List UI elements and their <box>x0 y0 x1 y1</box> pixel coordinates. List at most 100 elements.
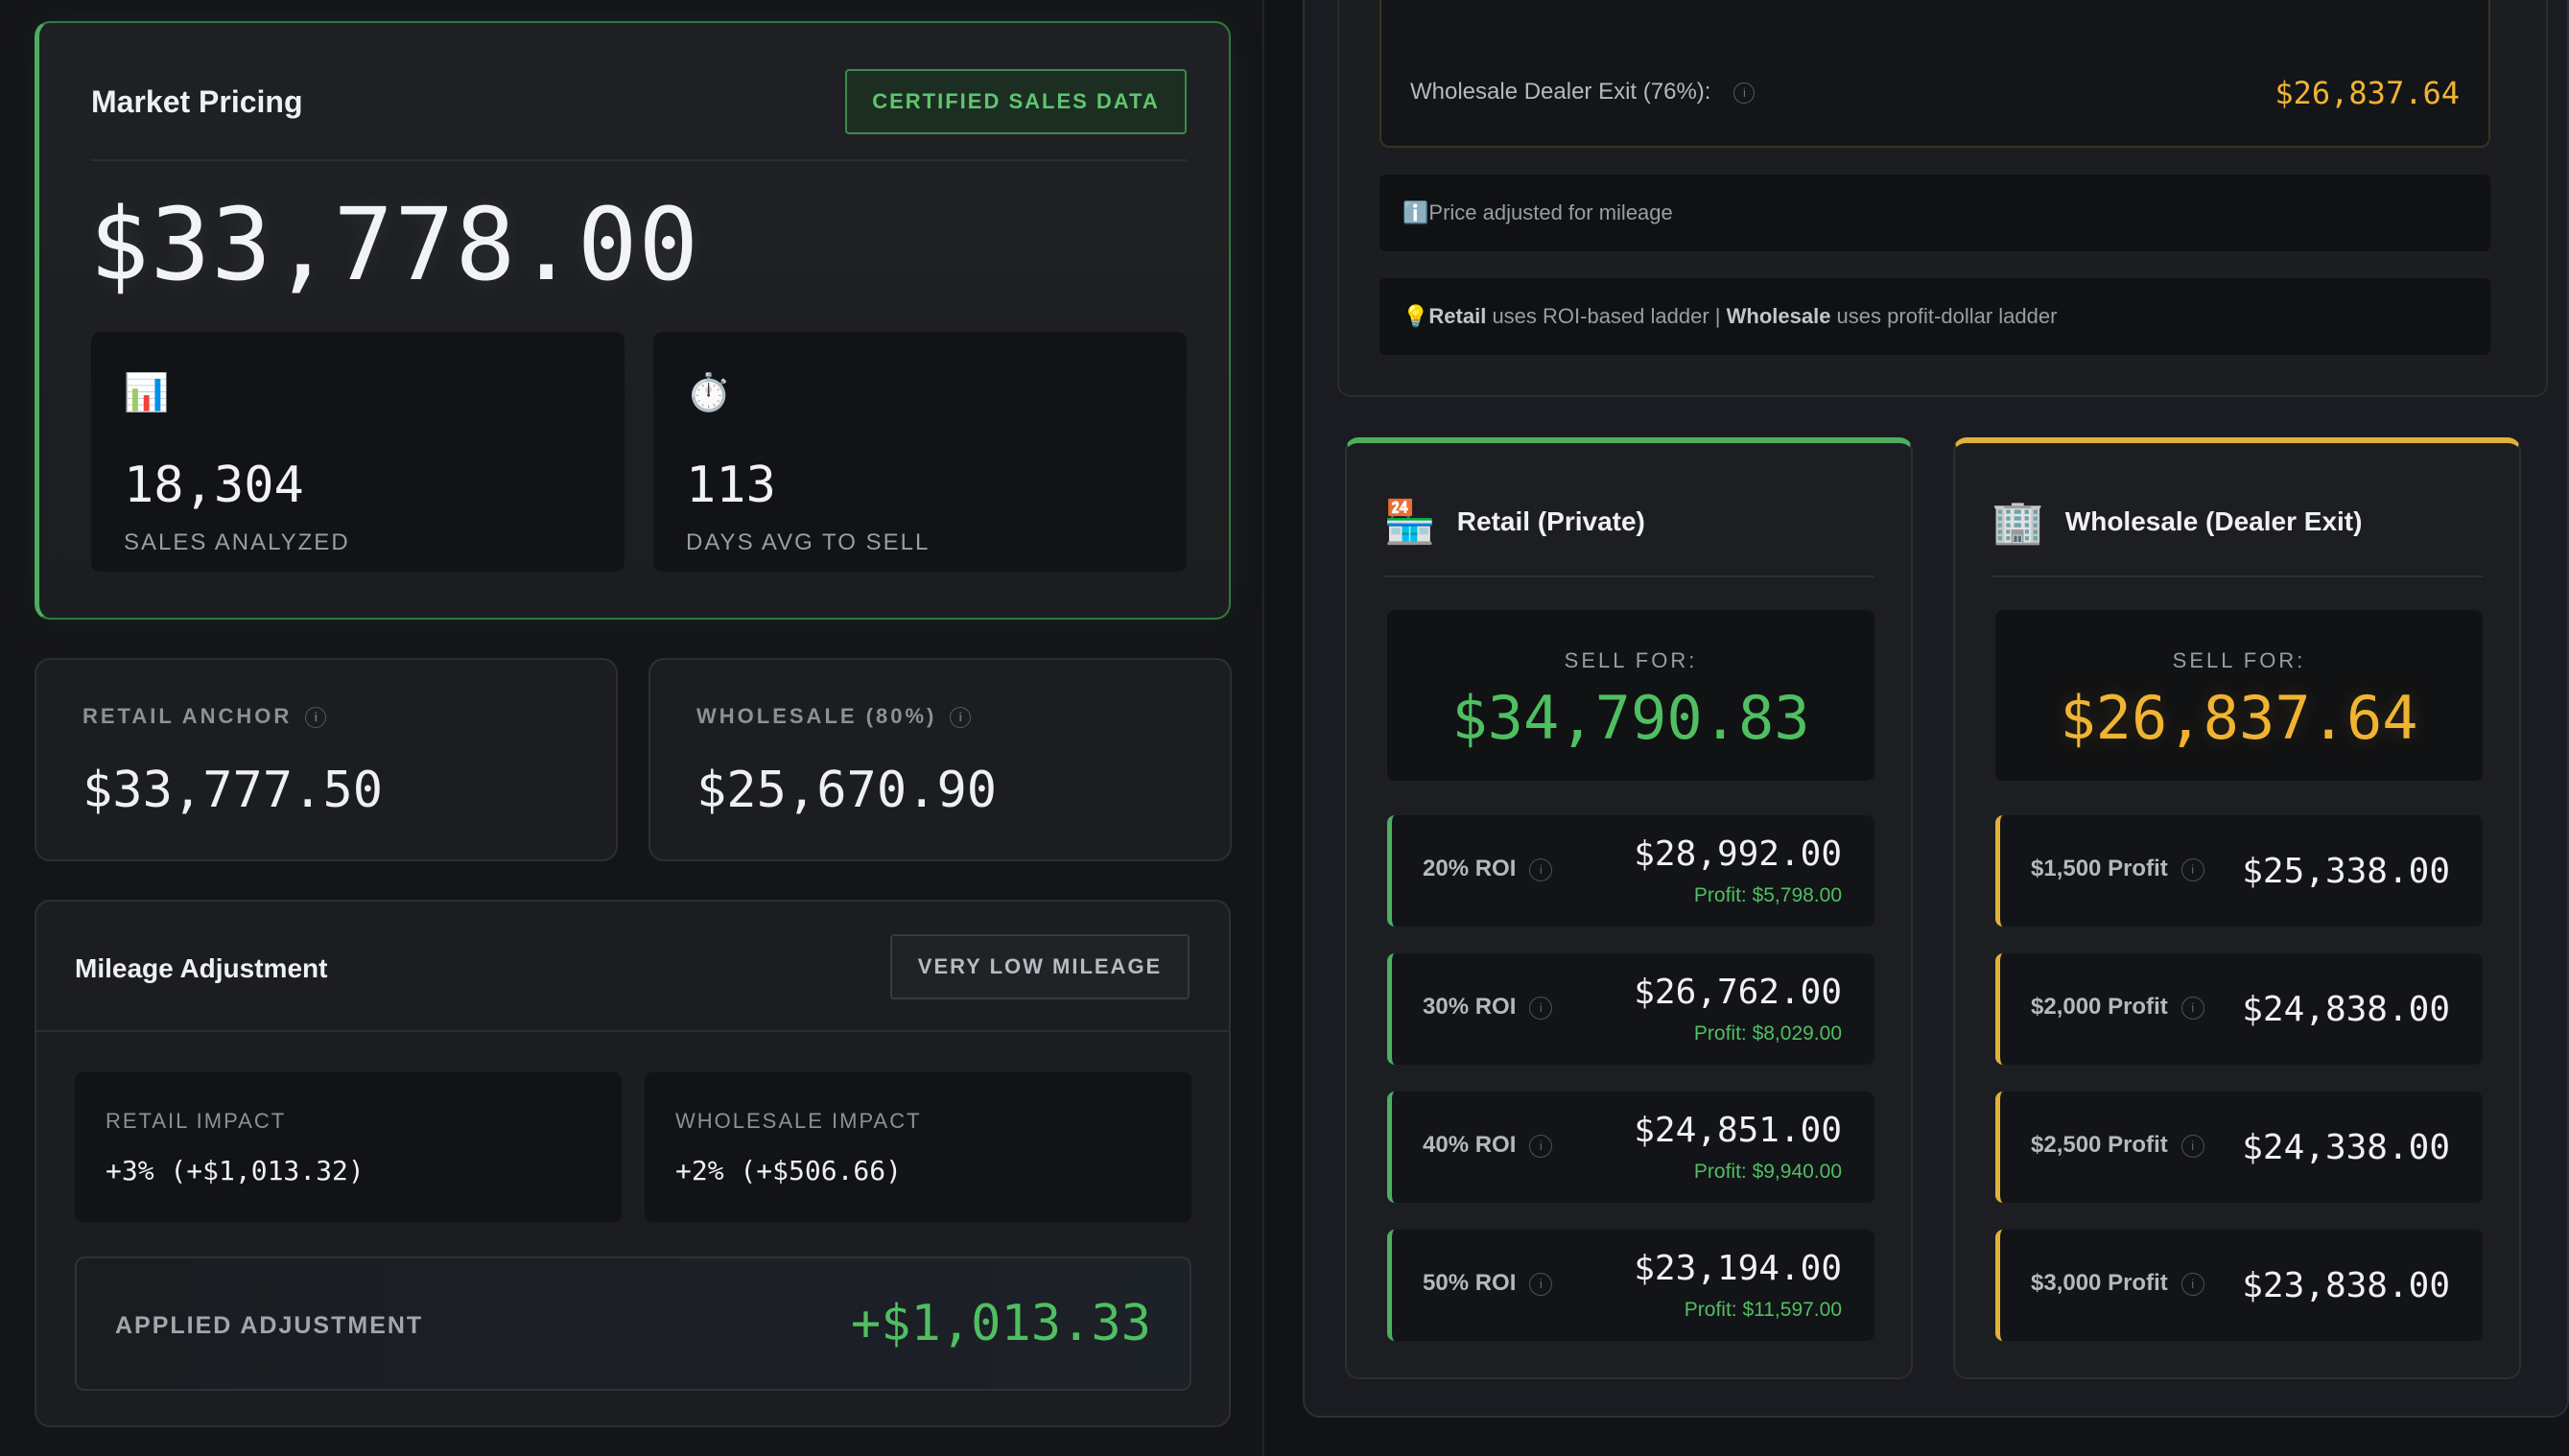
stat-sales-analyzed: 📊 18,304 SALES ANALYZED <box>91 332 625 572</box>
applied-adjustment-box: APPLIED ADJUSTMENT +$1,013.33 <box>75 1256 1191 1391</box>
rung-label: 20% ROI i <box>1423 856 1553 882</box>
sell-for-value: $26,837.64 <box>2060 683 2418 753</box>
stat-label: DAYS AVG TO SELL <box>686 529 931 555</box>
info-icon[interactable]: i <box>2180 996 2204 1020</box>
stat-days-to-sell: ⏱️ 113 DAYS AVG TO SELL <box>653 332 1187 572</box>
mileage-adjustment-card: Mileage Adjustment VERY LOW MILEAGE RETA… <box>35 900 1231 1427</box>
tip-wholesale: Wholesale <box>1726 304 1831 328</box>
retail-rung: 20% ROI i $28,992.00 Profit: $5,798.00 <box>1387 815 1874 927</box>
info-icon[interactable]: i <box>305 707 327 729</box>
lightbulb-icon: 💡 <box>1402 304 1429 328</box>
rung-label: $1,500 Profit i <box>2031 856 2204 882</box>
ladder-tip: 💡 Retail uses ROI-based ladder | Wholesa… <box>1379 278 2490 355</box>
stat-value: 113 <box>686 457 776 514</box>
wholesale-ladder-header: 🏢 Wholesale (Dealer Exit) <box>1992 497 2362 547</box>
info-icon: ℹ️ <box>1402 200 1429 224</box>
retail-impact-box: RETAIL IMPACT +3% (+$1,013.32) <box>75 1072 622 1222</box>
wholesale-exit-value: $26,837.64 <box>2274 75 2460 111</box>
info-icon[interactable]: i <box>1529 996 1553 1020</box>
info-icon[interactable]: i <box>2180 1272 2204 1296</box>
market-price: $33,778.00 <box>89 186 700 303</box>
rung-price: $28,992.00 <box>1634 834 1842 874</box>
rung-price: $26,762.00 <box>1634 973 1842 1012</box>
rung-label: $3,000 Profit i <box>2031 1270 2204 1297</box>
left-column: Market Pricing CERTIFIED SALES DATA $33,… <box>0 0 1262 1456</box>
retail-impact-label: RETAIL IMPACT <box>106 1109 287 1133</box>
info-icon[interactable]: i <box>1529 1272 1553 1296</box>
retail-anchor-label: RETAIL ANCHOR i <box>82 704 327 729</box>
wholesale-rung: $2,500 Profit i $24,338.00 <box>1995 1092 2483 1203</box>
rung-label-text: $1,500 Profit <box>2031 856 2168 881</box>
rung-label: 50% ROI i <box>1423 1270 1553 1297</box>
retail-sell-for: SELL FOR: $34,790.83 <box>1387 610 1874 781</box>
rung-profit: Profit: $5,798.00 <box>1693 884 1842 906</box>
retail-rung: 40% ROI i $24,851.00 Profit: $9,940.00 <box>1387 1092 1874 1203</box>
retail-anchor-card: RETAIL ANCHOR i $33,777.50 <box>35 658 618 861</box>
wholesale-ladder-card: 🏢 Wholesale (Dealer Exit) SELL FOR: $26,… <box>1953 437 2521 1379</box>
sell-for-value: $34,790.83 <box>1451 683 1810 753</box>
applied-adjustment-value: +$1,013.33 <box>850 1295 1151 1352</box>
retail-ladder-header: 🏪 Retail (Private) <box>1383 497 1645 547</box>
rung-price: $24,338.00 <box>2242 1128 2450 1167</box>
rung-label: 40% ROI i <box>1423 1132 1553 1159</box>
app-root: Market Pricing CERTIFIED SALES DATA $33,… <box>0 0 2569 1456</box>
wholesale-impact-value: +2% (+$506.66) <box>675 1155 903 1186</box>
wholesale-rung: $1,500 Profit i $25,338.00 <box>1995 815 2483 927</box>
retail-ladder-card: 🏪 Retail (Private) SELL FOR: $34,790.83 … <box>1345 437 1913 1379</box>
rung-label-text: 40% ROI <box>1423 1132 1517 1158</box>
rung-label-text: 50% ROI <box>1423 1270 1517 1296</box>
info-icon[interactable]: i <box>2180 857 2204 881</box>
office-building-icon: 🏢 <box>1992 499 2044 546</box>
rung-profit: Profit: $9,940.00 <box>1693 1161 1842 1183</box>
wholesale-rung: $3,000 Profit i $23,838.00 <box>1995 1230 2483 1341</box>
bar-chart-icon: 📊 <box>124 373 170 413</box>
info-icon[interactable]: i <box>1733 82 1756 104</box>
info-icon[interactable]: i <box>1529 857 1553 881</box>
retail-ladder-title: Retail (Private) <box>1456 506 1645 536</box>
mileage-note: ℹ️ Price adjusted for mileage <box>1379 175 2490 251</box>
info-icon[interactable]: i <box>2180 1134 2204 1158</box>
tip-retail-text: uses ROI-based ladder | <box>1486 304 1727 328</box>
rung-price: $24,838.00 <box>2242 990 2450 1029</box>
wholesale-impact-box: WHOLESALE IMPACT +2% (+$506.66) <box>645 1072 1191 1222</box>
wholesale-anchor-card: WHOLESALE (80%) i $25,670.90 <box>648 658 1232 861</box>
tip-wholesale-text: uses profit-dollar ladder <box>1830 304 2058 328</box>
applied-adjustment-label: APPLIED ADJUSTMENT <box>115 1312 424 1339</box>
wholesale-exit-label: Wholesale Dealer Exit (76%): i <box>1410 79 1756 106</box>
sell-for-label: SELL FOR: <box>2172 648 2306 672</box>
mileage-note-text: Price adjusted for mileage <box>1428 200 1673 224</box>
certified-sales-badge: CERTIFIED SALES DATA <box>845 69 1187 134</box>
wholesale-anchor-label: WHOLESALE (80%) i <box>696 704 972 729</box>
mileage-title: Mileage Adjustment <box>75 953 328 983</box>
rung-profit: Profit: $8,029.00 <box>1693 1022 1842 1045</box>
store-icon: 🏪 <box>1383 499 1436 546</box>
wholesale-sell-for: SELL FOR: $26,837.64 <box>1995 610 2483 781</box>
wholesale-rung: $2,000 Profit i $24,838.00 <box>1995 953 2483 1065</box>
stat-value: 18,304 <box>124 457 304 514</box>
divider <box>91 159 1187 161</box>
retail-impact-value: +3% (+$1,013.32) <box>106 1155 365 1186</box>
rung-price: $23,194.00 <box>1634 1249 1842 1288</box>
stat-label: SALES ANALYZED <box>124 529 350 555</box>
rung-label: $2,500 Profit i <box>2031 1132 2204 1159</box>
rung-price: $25,338.00 <box>2242 852 2450 891</box>
rung-label: 30% ROI i <box>1423 994 1553 1021</box>
divider <box>36 1030 1229 1032</box>
retail-anchor-value: $33,777.50 <box>82 762 384 819</box>
rung-label-text: $3,000 Profit <box>2031 1270 2168 1296</box>
rung-profit: Profit: $11,597.00 <box>1684 1299 1842 1321</box>
retail-rung: 30% ROI i $26,762.00 Profit: $8,029.00 <box>1387 953 1874 1065</box>
rung-price: $24,851.00 <box>1634 1111 1842 1150</box>
stopwatch-icon: ⏱️ <box>686 373 732 413</box>
info-icon[interactable]: i <box>1529 1134 1553 1158</box>
wholesale-ladder-title: Wholesale (Dealer Exit) <box>2064 506 2363 536</box>
wholesale-anchor-value: $25,670.90 <box>696 762 998 819</box>
sell-for-label: SELL FOR: <box>1564 648 1698 672</box>
wholesale-impact-label: WHOLESALE IMPACT <box>675 1109 922 1133</box>
rung-label-text: 20% ROI <box>1423 856 1517 881</box>
mileage-badge: VERY LOW MILEAGE <box>890 934 1190 999</box>
info-icon[interactable]: i <box>950 707 972 729</box>
wholesale-anchor-label-text: WHOLESALE (80%) <box>696 704 937 728</box>
retail-anchor-label-text: RETAIL ANCHOR <box>82 704 293 728</box>
rung-label-text: $2,000 Profit <box>2031 994 2168 1020</box>
